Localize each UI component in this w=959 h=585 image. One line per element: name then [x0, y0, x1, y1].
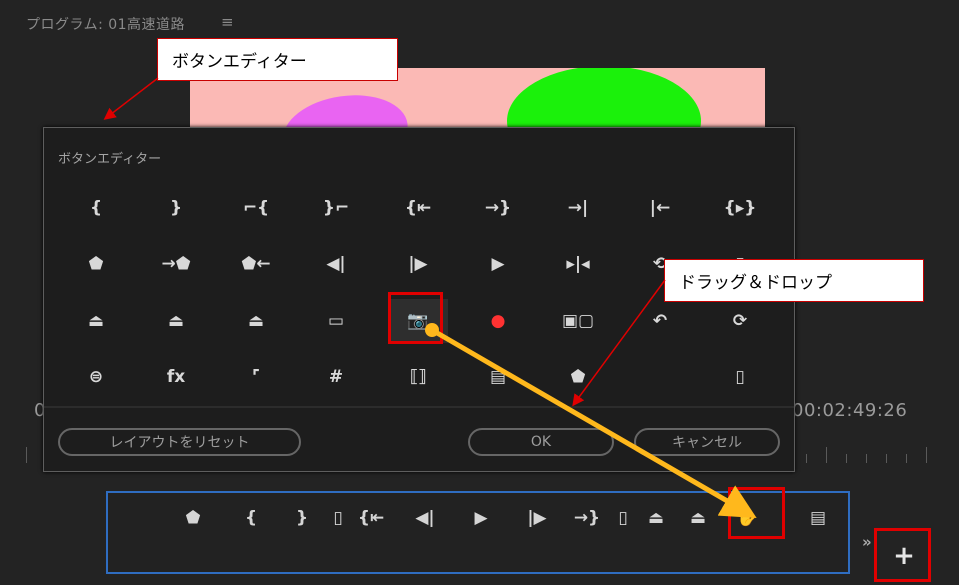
ruler-tick — [846, 454, 847, 463]
ruler-tick — [26, 447, 27, 463]
hamburger-menu-icon[interactable]: ≡ — [221, 13, 234, 31]
vr-video-icon[interactable]: ⟳ — [710, 299, 770, 343]
clear-out-icon[interactable]: }⌐ — [306, 186, 366, 230]
step-forward-icon[interactable]: |▶ — [388, 242, 448, 286]
play-stop-icon[interactable]: ▶ — [464, 501, 498, 535]
add-marker-icon[interactable]: ⬟ — [66, 242, 126, 286]
spacer-icon[interactable]: ▯ — [710, 355, 770, 399]
cancel-button[interactable]: キャンセル — [634, 428, 780, 456]
play-around-icon[interactable]: ▸|◂ — [548, 242, 608, 286]
ruler-tick — [926, 447, 927, 463]
go-to-next-marker-icon[interactable]: →⬟ — [146, 242, 206, 286]
go-to-in-icon[interactable]: {⇤ — [388, 186, 448, 230]
monitor-title[interactable]: プログラム: 01高速道路 — [26, 14, 185, 34]
lift-icon[interactable]: ⏏ — [66, 299, 126, 343]
ruler-tick — [866, 454, 867, 463]
vr-view-toggle-icon[interactable]: ⊜ — [66, 355, 126, 399]
mark-out-icon[interactable]: } — [146, 186, 206, 230]
go-to-previous-marker-icon[interactable]: ⬟← — [226, 242, 286, 286]
clear-in-icon[interactable]: ⌐{ — [226, 186, 286, 230]
ruler-tick — [886, 454, 887, 463]
dialog-title: ボタンエディター — [58, 152, 162, 167]
ruler-icon[interactable]: ⌜ — [226, 355, 286, 399]
go-to-previous-edit-icon[interactable]: |← — [630, 186, 690, 230]
green-shape — [507, 68, 701, 130]
multi-camera-view-icon[interactable]: ▣▢ — [548, 299, 608, 343]
overwrite-frame-icon[interactable]: ▭ — [306, 299, 366, 343]
play-in-to-out-icon[interactable]: {▸} — [710, 186, 770, 230]
mark-in-icon[interactable]: { — [66, 186, 126, 230]
ruler-tick — [806, 454, 807, 463]
reset-layout-button[interactable]: レイアウトをリセット — [58, 428, 301, 456]
extract-icon[interactable]: ⏏ — [681, 501, 715, 535]
highlight-camera-target — [728, 487, 785, 539]
highlight-plus-button — [874, 528, 931, 582]
highlight-camera-source — [388, 292, 443, 344]
fx-icon[interactable]: fx — [146, 355, 206, 399]
restore-cropping-icon[interactable]: ↶ — [630, 299, 690, 343]
divider — [44, 406, 794, 408]
proxy-toggle-icon[interactable]: ▤ — [801, 501, 835, 535]
timecode-duration[interactable]: 00:02:49:26 — [792, 400, 907, 421]
add-marker-icon[interactable]: ⬟ — [176, 501, 210, 535]
mark-in-icon[interactable]: { — [234, 501, 268, 535]
go-to-out-icon[interactable]: →} — [570, 501, 604, 535]
spacer-icon[interactable]: ▯ — [606, 501, 640, 535]
go-to-next-edit-icon[interactable]: →| — [548, 186, 608, 230]
pink-shape — [278, 87, 413, 130]
ruler-tick — [826, 447, 827, 463]
go-to-out-icon[interactable]: →} — [468, 186, 528, 230]
lift-icon[interactable]: ⏏ — [639, 501, 673, 535]
insert-icon[interactable]: ⏏ — [226, 299, 286, 343]
play-stop-icon[interactable]: ▶ — [468, 242, 528, 286]
mark-out-icon[interactable]: } — [285, 501, 319, 535]
step-back-icon[interactable]: ◀| — [306, 242, 366, 286]
callout-button-editor: ボタンエディター — [157, 38, 398, 81]
extract-icon[interactable]: ⏏ — [146, 299, 206, 343]
spacer-icon[interactable]: ▯ — [321, 501, 355, 535]
callout-drag-drop: ドラッグ＆ドロップ — [664, 259, 924, 302]
step-forward-icon[interactable]: |▶ — [520, 501, 554, 535]
record-icon[interactable]: ● — [468, 299, 528, 343]
ok-button[interactable]: OK — [468, 428, 614, 456]
ruler-tick — [906, 454, 907, 463]
go-to-in-icon[interactable]: {⇤ — [354, 501, 388, 535]
grid-icon[interactable]: # — [306, 355, 366, 399]
marker-lock-icon[interactable]: ⬟ — [548, 355, 608, 399]
proxy-toggle-icon[interactable]: ▤ — [468, 355, 528, 399]
comparison-view-icon[interactable]: ⟦⟧ — [388, 355, 448, 399]
step-back-icon[interactable]: ◀| — [408, 501, 442, 535]
more-buttons-icon[interactable]: » — [862, 533, 872, 551]
empty-slot — [630, 355, 690, 399]
